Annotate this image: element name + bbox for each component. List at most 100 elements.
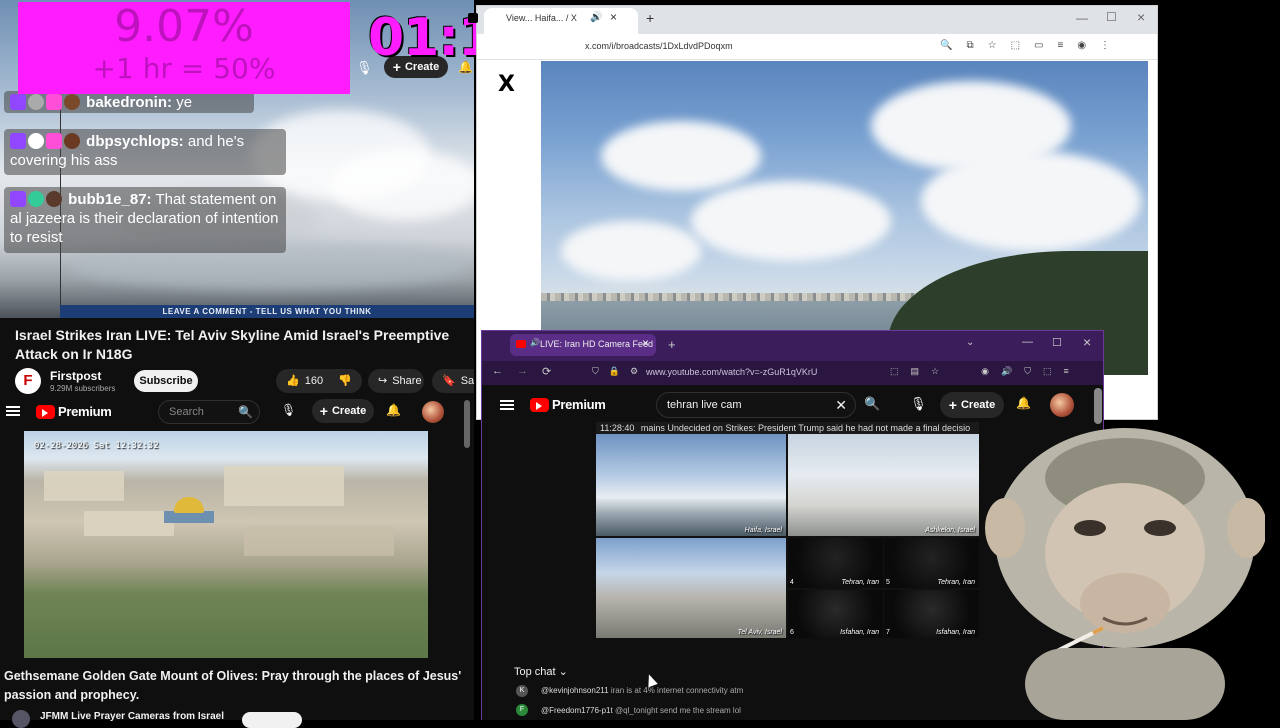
tune-icon[interactable]: ⚙ xyxy=(630,366,638,377)
reload-icon[interactable]: ⟳ xyxy=(542,365,551,378)
search-input[interactable]: Search 🔍 xyxy=(158,400,260,424)
tab-iran-camera[interactable]: 🔊 LIVE: Iran HD Camera Feed × xyxy=(510,334,656,356)
scrollbar[interactable] xyxy=(464,400,470,448)
hamburger-icon[interactable] xyxy=(6,406,20,416)
extensions-icon[interactable]: ⬚ xyxy=(1043,366,1052,377)
profile-icon[interactable]: ◉ xyxy=(1077,40,1086,51)
search-input[interactable]: tehran live cam ✕ xyxy=(656,392,856,418)
bell-icon[interactable]: 🔔 xyxy=(386,403,401,417)
lock-icon[interactable]: 🔒 xyxy=(609,366,620,377)
channel-name[interactable]: JFMM Live Prayer Cameras from Israel xyxy=(40,711,224,722)
close-icon[interactable]: × xyxy=(1137,9,1145,25)
menu-icon[interactable]: ⋮ xyxy=(1100,40,1110,51)
youtube-premium-logo[interactable]: Premium xyxy=(530,397,606,412)
chat-message: bubb1e_87: That statement on al jazeera … xyxy=(4,187,286,253)
dome-of-the-rock xyxy=(174,497,204,513)
reader-icon[interactable]: ▤ xyxy=(911,366,920,377)
chat-message: @Freedom1776-p1t @ql_tonight send me the… xyxy=(541,706,741,715)
sidepanel-icon[interactable]: ▭ xyxy=(1034,40,1043,51)
camera-grid-video[interactable]: Haifa, Israel Ashkelon, Israel Tel Aviv,… xyxy=(596,422,979,638)
goal-percent: 9.07% xyxy=(114,1,254,52)
camera-isfahan-1[interactable]: 6 Isfahan, Iran xyxy=(788,590,883,638)
share-button[interactable]: ↪ Share xyxy=(368,369,424,393)
close-icon[interactable]: × xyxy=(1083,334,1091,350)
jerusalem-video-thumbnail[interactable] xyxy=(24,431,428,658)
channel-avatar[interactable] xyxy=(12,710,30,728)
youtube-premium-logo[interactable]: Premium xyxy=(36,404,112,419)
create-button[interactable]: + Create xyxy=(940,392,1004,418)
url-text[interactable]: x.com/i/broadcasts/1DxLdvdPDoqxm xyxy=(585,41,733,51)
camera-haifa[interactable]: Haifa, Israel xyxy=(596,434,786,536)
save-button[interactable]: 🔖Save xyxy=(432,369,474,393)
channel-avatar[interactable]: F xyxy=(15,368,41,394)
cast-icon[interactable]: ⧉ xyxy=(966,40,973,51)
subscriber-count: 9.29M subscribers xyxy=(50,384,116,393)
avatar[interactable] xyxy=(1050,393,1074,417)
save-icon: 🔖 xyxy=(442,375,456,387)
dislike-icon[interactable]: 👎 xyxy=(338,369,352,393)
hamburger-icon[interactable] xyxy=(500,400,514,410)
like-dislike-group[interactable]: 👍 160 👎 xyxy=(276,369,362,393)
subscribe-button[interactable] xyxy=(242,712,302,728)
haifa-broadcast-video[interactable] xyxy=(541,61,1148,375)
video-title[interactable]: Israel Strikes Iran LIVE: Tel Aviv Skyli… xyxy=(15,326,475,364)
like-icon[interactable]: 👍 xyxy=(286,369,300,393)
minimize-icon[interactable]: — xyxy=(1022,336,1033,348)
search-icon[interactable]: 🔍 xyxy=(238,405,253,419)
camera-ashkelon[interactable]: Ashkelon, Israel xyxy=(788,434,979,536)
chat-message: bakedronin: ye xyxy=(4,91,254,113)
shield-icon[interactable]: ⛉ xyxy=(1024,366,1031,377)
media-icon[interactable]: ≡ xyxy=(1057,40,1063,51)
close-icon[interactable]: × xyxy=(642,336,649,350)
tab-x-broadcast[interactable]: View... Haifa... / X 🔊 × xyxy=(468,8,638,34)
top-chat-dropdown[interactable]: Top chat ⌄ xyxy=(514,665,568,678)
maximize-icon[interactable]: ☐ xyxy=(1052,336,1062,349)
chat-avatar: F xyxy=(516,704,528,716)
back-icon[interactable]: ← xyxy=(492,365,503,378)
chat-message: @kevinjohnson211 iran is at 4% internet … xyxy=(541,686,744,695)
mic-icon[interactable]: 🎙 xyxy=(281,403,299,421)
forward-icon[interactable]: → xyxy=(517,365,528,378)
toolbar-icons: 🔍 ⧉ ☆ ⬚ ▭ ≡ ◉ ⋮ xyxy=(940,40,1110,51)
shield-icon[interactable]: ⛉ xyxy=(592,366,599,377)
video-title[interactable]: Gethsemane Golden Gate Mount of Olives: … xyxy=(4,667,464,705)
youtube-favicon-icon xyxy=(516,340,526,348)
camera-tehran-2[interactable]: 5 Tehran, Iran xyxy=(884,538,979,588)
heart-icon xyxy=(46,133,62,149)
camera-tehran-1[interactable]: 4 Tehran, Iran xyxy=(788,538,883,588)
x-logo-icon[interactable]: X xyxy=(498,72,515,97)
twitch-icon xyxy=(10,133,26,149)
camera-tel-aviv[interactable]: Tel Aviv, Israel xyxy=(596,538,786,638)
avatar xyxy=(64,94,80,110)
subscribe-button[interactable]: Subscribe xyxy=(134,370,198,392)
zoom-icon[interactable]: 🔍 xyxy=(940,40,952,51)
goal-overlay: 9.07% +1 hr = 50% xyxy=(18,2,350,94)
new-tab-button[interactable]: + xyxy=(646,10,654,26)
star-icon[interactable]: ☆ xyxy=(988,40,997,51)
url-text[interactable]: www.youtube.com/watch?v=-zGuR1qVKrU xyxy=(646,367,817,377)
avatar xyxy=(28,133,44,149)
minimize-icon[interactable]: — xyxy=(1076,11,1088,25)
twitch-icon xyxy=(10,191,26,207)
audio-icon[interactable]: 🔊 xyxy=(590,12,602,23)
clear-search-icon[interactable]: ✕ xyxy=(835,397,847,414)
new-tab-button[interactable]: + xyxy=(668,337,676,352)
maximize-icon[interactable]: ☐ xyxy=(1106,10,1117,24)
menu-icon[interactable]: ≡ xyxy=(1063,366,1068,377)
mic-icon[interactable]: 🎙 xyxy=(910,396,927,412)
screenshot-icon[interactable]: ⬚ xyxy=(890,366,899,377)
star-icon[interactable]: ☆ xyxy=(931,366,939,377)
close-icon[interactable]: × xyxy=(610,10,617,24)
avatar[interactable] xyxy=(422,401,444,423)
audio-icon[interactable]: 🔊 xyxy=(530,338,540,347)
camera-timestamp: 02-28-2026 Sat 12:32:32 xyxy=(34,441,159,451)
audio-icon[interactable]: 🔊 xyxy=(1001,366,1012,377)
bell-icon[interactable]: 🔔 xyxy=(1016,396,1031,410)
create-button[interactable]: + Create xyxy=(312,399,374,423)
channel-name[interactable]: Firstpost xyxy=(50,369,101,383)
chevron-down-icon[interactable]: ⌄ xyxy=(966,337,974,348)
profile-icon[interactable]: ◉ xyxy=(981,366,989,377)
camera-isfahan-2[interactable]: 7 Isfahan, Iran xyxy=(884,590,979,638)
extensions-icon[interactable]: ⬚ xyxy=(1011,40,1020,51)
search-icon[interactable]: 🔍 xyxy=(864,396,880,412)
